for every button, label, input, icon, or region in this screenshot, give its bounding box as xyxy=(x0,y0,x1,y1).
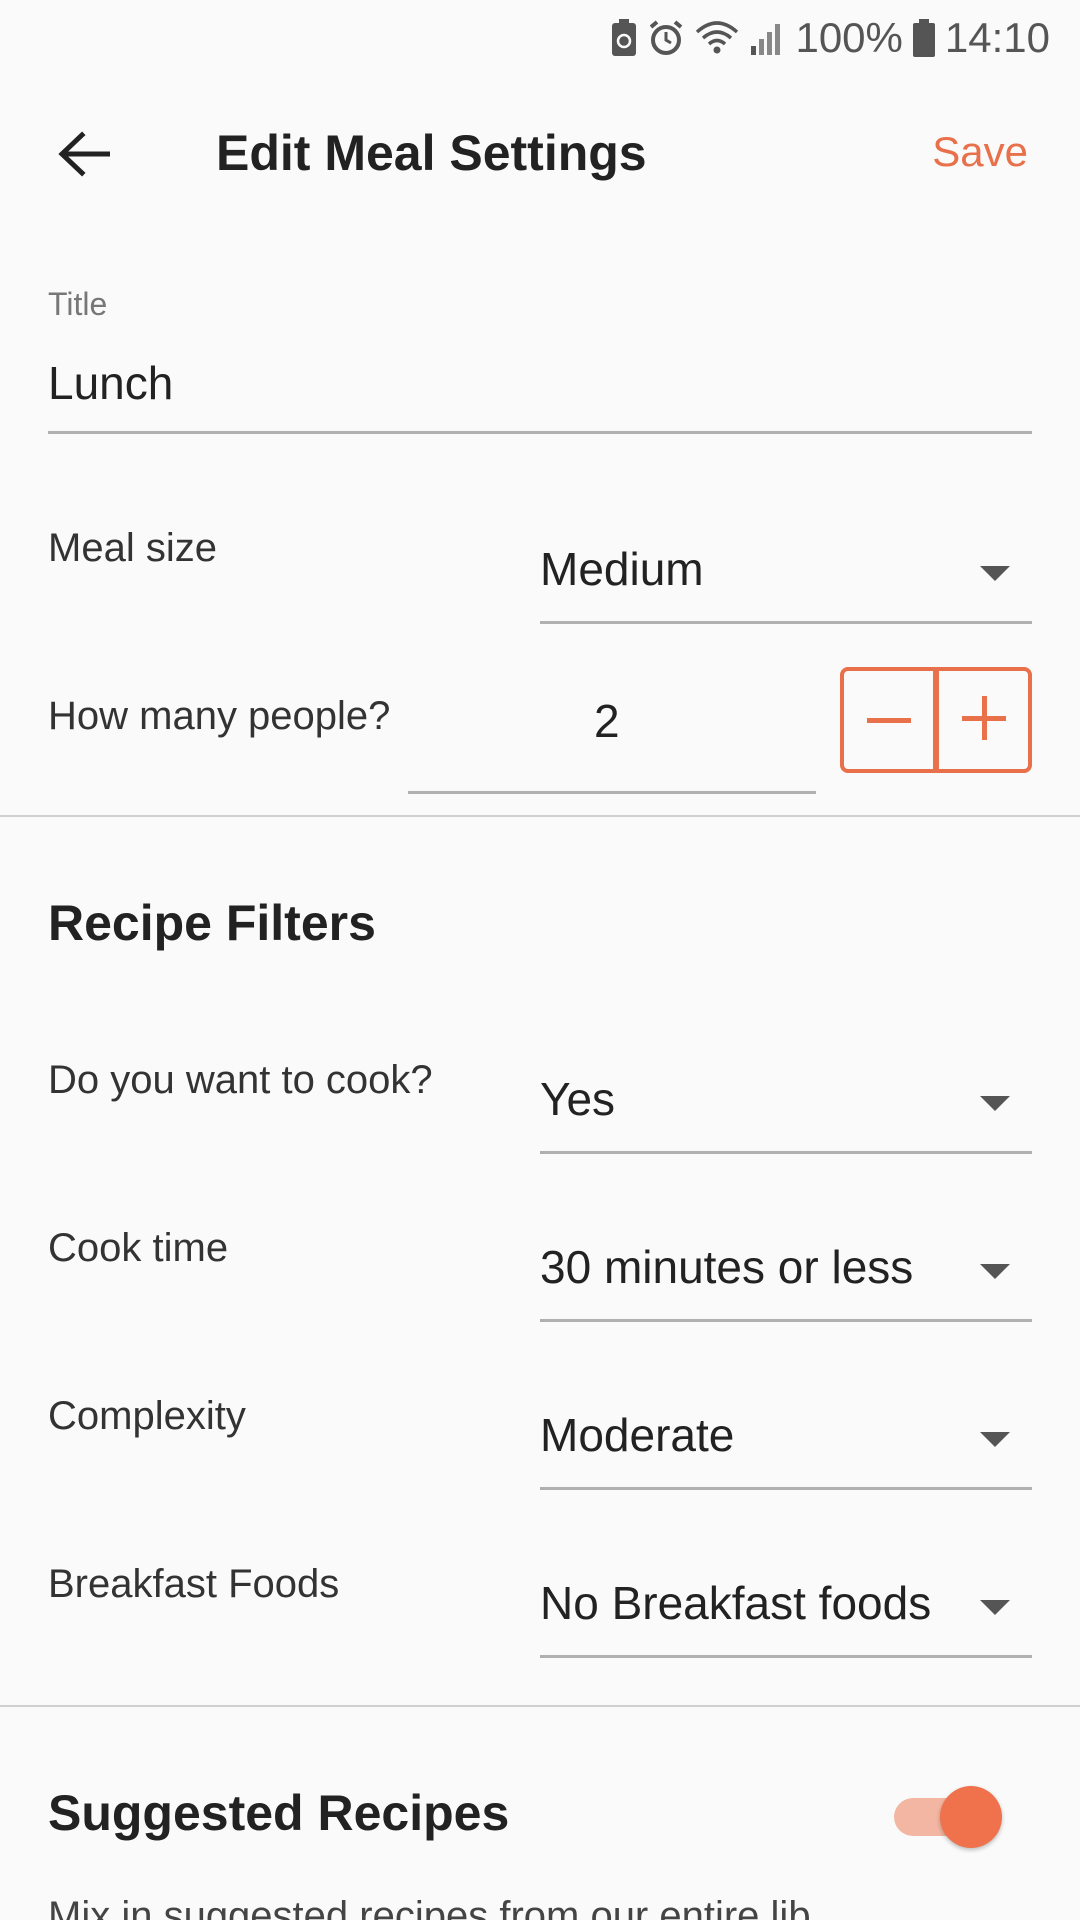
cook-select[interactable]: Yes xyxy=(540,1050,1032,1154)
title-input[interactable]: Lunch xyxy=(48,340,1032,434)
signal-icon xyxy=(749,20,785,56)
cook-value: Yes xyxy=(540,1073,616,1125)
cook-time-value: 30 minutes or less xyxy=(540,1241,914,1293)
title-field-label: Title xyxy=(48,286,108,322)
breakfast-foods-label: Breakfast Foods xyxy=(48,1562,340,1606)
breakfast-foods-value: No Breakfast foods xyxy=(540,1577,932,1629)
alarm-icon xyxy=(647,19,685,57)
suggested-recipes-description: Mix in suggested recipes from our entire… xyxy=(48,1894,811,1920)
status-bar: 100% 14:10 xyxy=(0,0,1080,76)
people-count-input[interactable]: 2 xyxy=(408,662,816,794)
meal-size-select[interactable]: Medium xyxy=(540,520,1032,624)
section-divider xyxy=(0,1705,1080,1707)
cook-label: Do you want to cook? xyxy=(48,1058,433,1102)
cook-time-label: Cook time xyxy=(48,1226,229,1270)
battery-icon xyxy=(912,19,935,57)
suggested-recipes-toggle[interactable] xyxy=(894,1782,1004,1852)
cook-time-select[interactable]: 30 minutes or less xyxy=(540,1218,1032,1322)
battery-saver-icon xyxy=(611,19,637,57)
meal-size-label: Meal size xyxy=(48,526,217,570)
breakfast-foods-select[interactable]: No Breakfast foods xyxy=(540,1554,1032,1658)
dropdown-caret-icon xyxy=(980,1264,1010,1279)
toggle-thumb xyxy=(940,1786,1002,1848)
minus-icon xyxy=(866,711,911,729)
decrement-button[interactable] xyxy=(844,671,933,769)
clock: 14:10 xyxy=(944,14,1050,61)
save-button[interactable]: Save xyxy=(932,128,1028,176)
back-button[interactable] xyxy=(48,120,120,192)
recipe-filters-heading: Recipe Filters xyxy=(48,895,376,951)
dropdown-caret-icon xyxy=(980,566,1010,581)
people-stepper xyxy=(840,667,1032,773)
increment-button[interactable] xyxy=(939,671,1028,769)
arrow-left-icon xyxy=(58,130,111,182)
dropdown-caret-icon xyxy=(980,1096,1010,1111)
dropdown-caret-icon xyxy=(980,1600,1010,1615)
section-divider xyxy=(0,815,1080,817)
wifi-icon xyxy=(695,20,739,56)
people-count-label: How many people? xyxy=(48,694,391,738)
battery-percent: 100% xyxy=(795,14,903,61)
app-bar: Edit Meal Settings Save xyxy=(0,76,1080,236)
status-icons: 100% 14:10 xyxy=(611,10,1050,66)
page-title: Edit Meal Settings xyxy=(216,125,647,181)
people-count-value: 2 xyxy=(594,695,620,747)
plus-icon xyxy=(961,695,1006,745)
suggested-recipes-heading: Suggested Recipes xyxy=(48,1785,510,1841)
complexity-select[interactable]: Moderate xyxy=(540,1386,1032,1490)
dropdown-caret-icon xyxy=(980,1432,1010,1447)
complexity-value: Moderate xyxy=(540,1409,735,1461)
complexity-label: Complexity xyxy=(48,1394,246,1438)
meal-size-value: Medium xyxy=(540,543,704,595)
